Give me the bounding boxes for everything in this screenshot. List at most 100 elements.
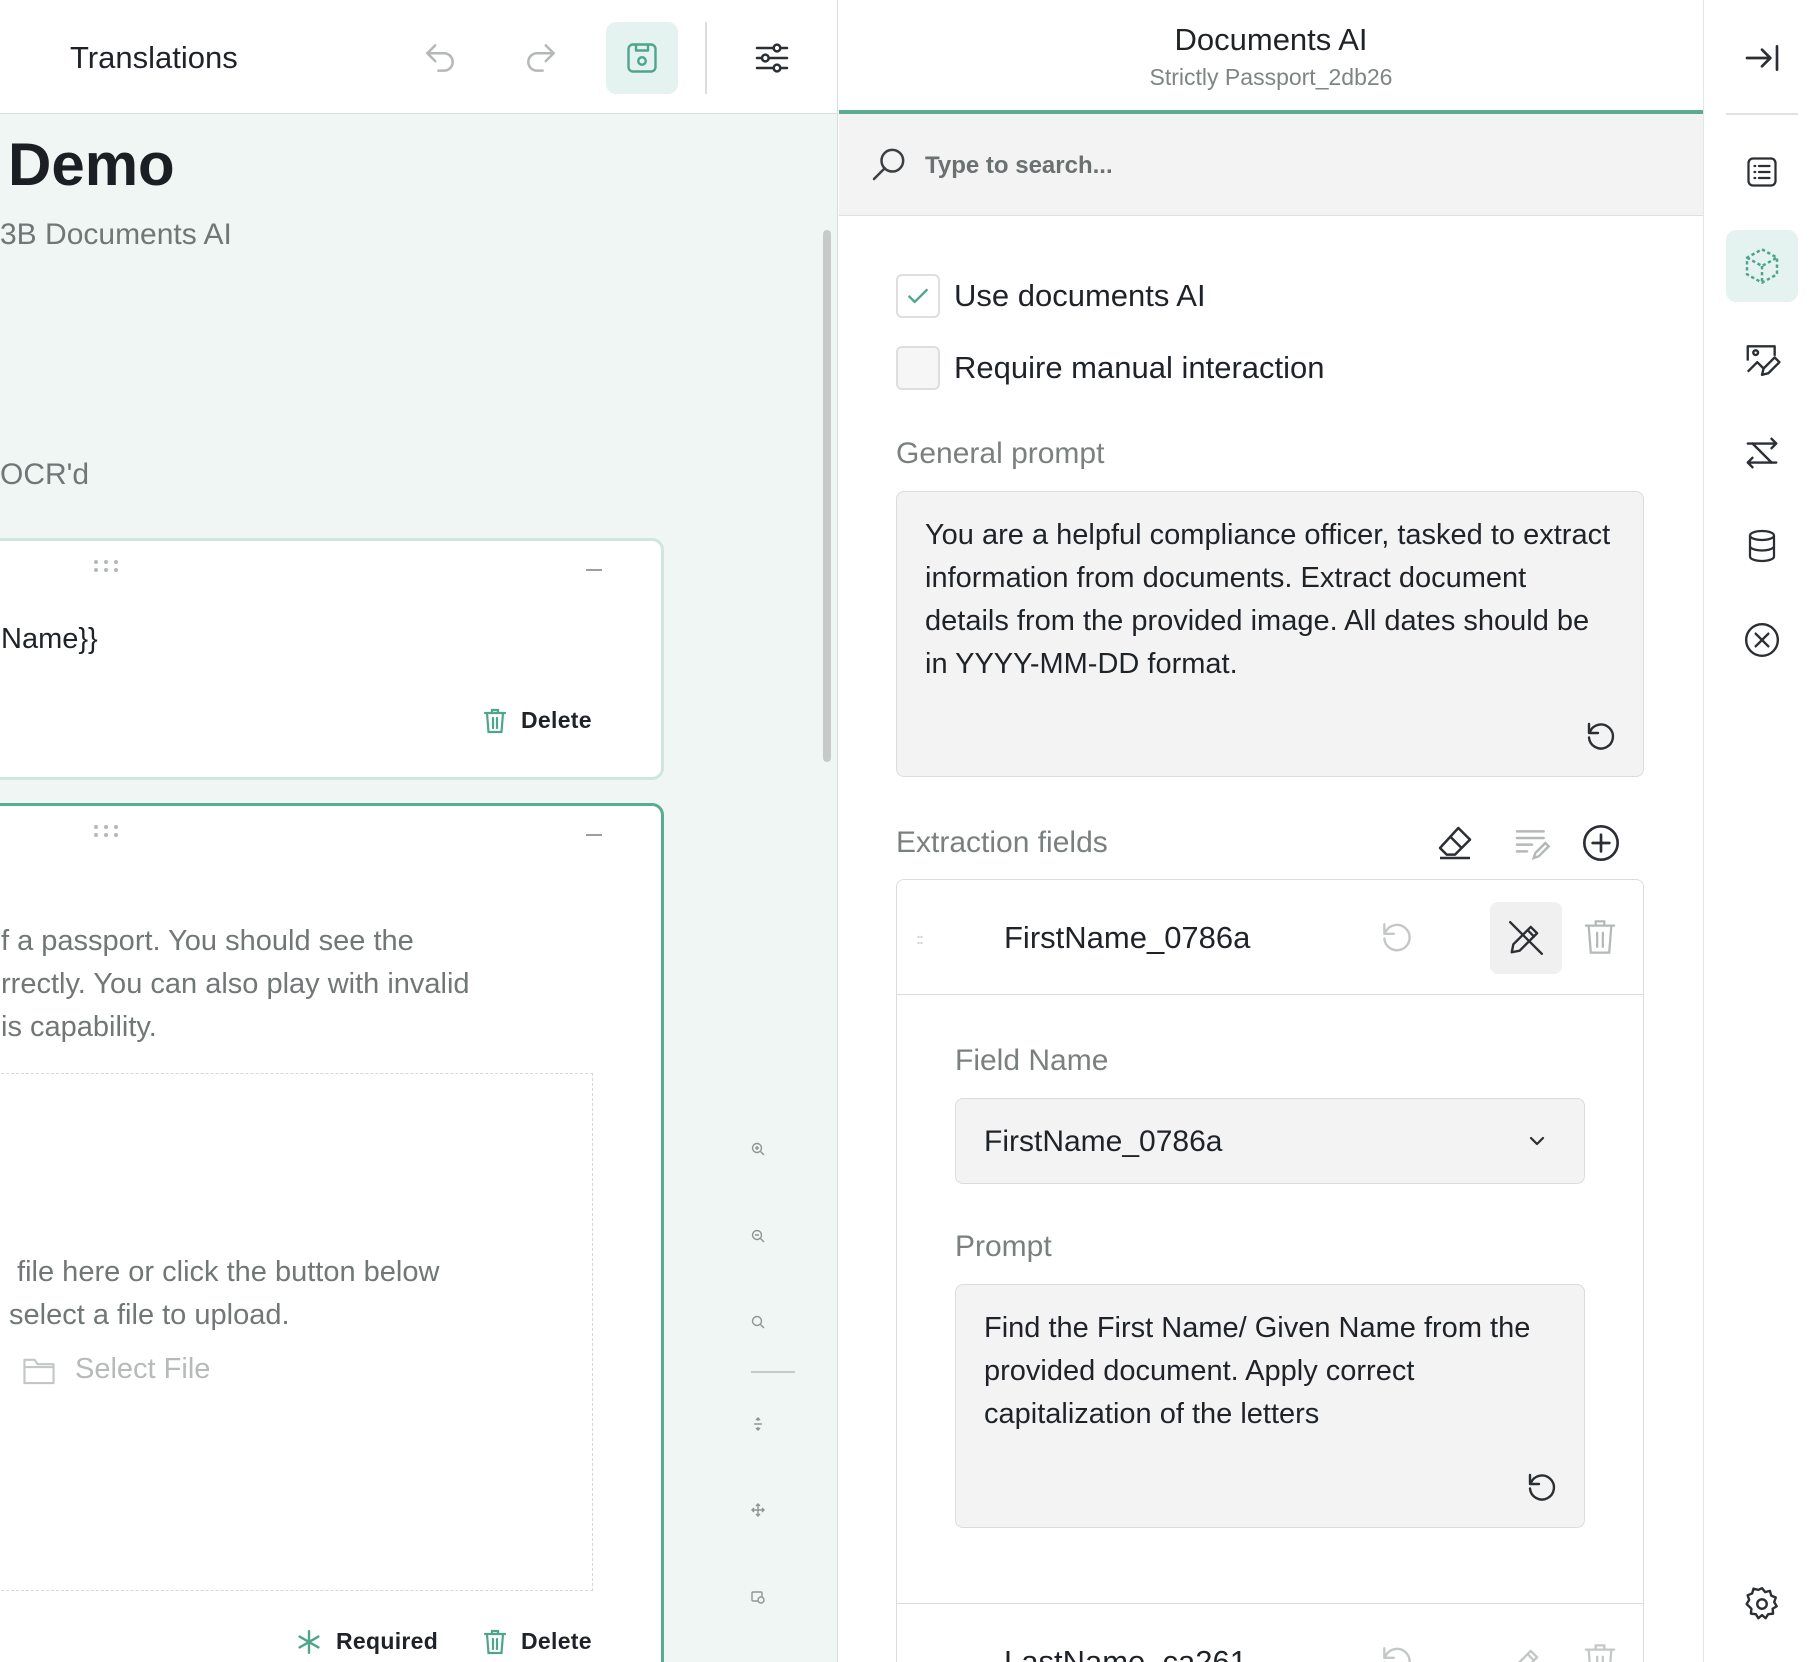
folder-icon [23,1358,55,1384]
require-manual-label[interactable]: Require manual interaction [954,350,1325,386]
edit-icon [1517,1649,1539,1662]
description-line: f a passport. You should see the [1,925,414,957]
general-prompt-textarea[interactable]: You are a helpful compliance officer, ta… [896,491,1644,777]
chevron-down-icon [1529,1136,1545,1146]
database-icon [1748,529,1776,563]
filters-icon [755,43,789,73]
redo-icon [527,44,555,72]
bulk-edit-icon[interactable] [1512,823,1552,863]
list-icon [1747,157,1777,187]
reset-icon[interactable] [1583,718,1619,754]
panel-title: Documents AI [1174,22,1368,57]
fit-page-icon[interactable] [750,1502,766,1518]
screenshot-icon[interactable] [750,1589,766,1605]
drag-handle-icon[interactable] [93,559,119,573]
save-button[interactable] [606,22,678,94]
undo-button[interactable] [404,22,476,94]
undo-icon [426,44,454,72]
undo-icon[interactable] [1378,1642,1416,1662]
extraction-fields-label: Extraction fields [896,826,1108,859]
select-file-label: Select File [75,1353,211,1385]
dropzone-line: file here or click the button below [9,1256,440,1288]
save-icon [627,43,657,73]
trash-icon[interactable] [1583,1642,1617,1662]
field-name-title: LastName_ca261 [1004,1644,1247,1662]
form-card[interactable]: Name}} Delete [0,538,664,780]
document-subtitle: 3B Documents AI [0,218,232,251]
required-toggle[interactable]: Required [296,1628,438,1655]
filters-button[interactable] [736,22,808,94]
extraction-fields-list: FirstName_0786a Field Name FirstName_078… [896,879,1644,1662]
delete-button[interactable]: Delete [483,1628,592,1655]
extraction-field-header[interactable]: FirstName_0786a [897,880,1643,995]
use-documents-ai-label[interactable]: Use documents AI [954,278,1206,314]
edit-toggle-button[interactable] [1490,902,1562,974]
check-icon [908,288,928,304]
zoom-divider [751,1371,795,1373]
rail-flow-button[interactable] [1726,417,1798,489]
toolbar-divider [705,22,707,94]
collapse-icon[interactable] [586,569,602,571]
trash-icon [483,708,507,733]
eraser-icon[interactable] [1435,823,1475,863]
delete-button[interactable]: Delete [483,707,592,734]
use-documents-ai-option[interactable]: Use documents AI [896,274,1206,318]
drag-handle-icon[interactable] [917,935,923,945]
right-rail [1703,0,1818,1662]
collapse-panel-icon [1745,45,1779,71]
require-manual-checkbox[interactable] [896,346,940,390]
documents-ai-panel: Documents AI Strictly Passport_2db26 Use… [839,0,1703,1662]
rail-database-button[interactable] [1726,510,1798,582]
field-prompt-textarea[interactable]: Find the First Name/ Given Name from the… [955,1284,1585,1528]
search-icon [872,148,905,181]
rail-documents-ai-button[interactable] [1726,230,1798,302]
collapse-icon[interactable] [586,834,602,836]
zoom-reset-icon[interactable] [750,1314,766,1330]
form-card-active[interactable]: f a passport. You should see the rrectly… [0,803,664,1662]
general-prompt-label: General prompt [896,437,1105,470]
cube-icon [1745,248,1779,284]
description-line: rrectly. You can also play with invalid [1,968,470,1000]
field-prompt-text: Find the First Name/ Given Name from the… [984,1312,1531,1430]
collapse-panel-button[interactable] [1726,22,1798,94]
search-input[interactable] [925,146,1625,186]
delete-label: Delete [521,707,592,733]
delete-label: Delete [521,1628,592,1654]
editor-canvas: Translations Demo 3B Documents AI OCR'd … [0,0,838,1662]
canvas-scrollbar[interactable] [823,230,831,762]
undo-icon[interactable] [1378,918,1416,956]
rail-list-button[interactable] [1726,136,1798,208]
drag-handle-icon[interactable] [93,824,119,838]
zoom-out-icon[interactable] [750,1228,766,1244]
fit-height-icon[interactable] [750,1416,766,1432]
zoom-in-icon[interactable] [750,1141,766,1157]
card-text: Name}} [1,623,98,655]
rail-divider [1726,113,1798,115]
select-file-button[interactable]: Select File [21,1353,210,1386]
asterisk-icon [298,1629,320,1654]
rail-close-button[interactable] [1726,604,1798,676]
add-circle-icon[interactable] [1581,823,1621,863]
use-documents-ai-checkbox[interactable] [896,274,940,318]
general-prompt-text: You are a helpful compliance officer, ta… [925,519,1611,680]
toolbar-title[interactable]: Translations [70,40,238,76]
panel-subtitle: Strictly Passport_2db26 [1149,64,1393,90]
edit-button[interactable] [1490,1626,1562,1662]
redo-button[interactable] [505,22,577,94]
rail-image-button[interactable] [1726,323,1798,395]
dropzone-text: file here or click the button below sele… [9,1251,509,1337]
panel-header: Documents AI Strictly Passport_2db26 [839,0,1703,114]
field-name-select[interactable]: FirstName_0786a [955,1098,1585,1184]
dropzone-line: select a file to upload. [9,1299,290,1331]
rail-settings-button[interactable] [1726,1568,1798,1640]
description-line: is capability. [1,1011,157,1043]
required-label: Required [336,1628,439,1654]
require-manual-option[interactable]: Require manual interaction [896,346,1325,390]
trash-icon[interactable] [1583,918,1617,956]
extraction-field-header[interactable]: LastName_ca261 [897,1603,1643,1662]
prompt-label: Prompt [955,1230,1052,1263]
reset-icon[interactable] [1524,1469,1560,1505]
settings-icon [1745,1586,1778,1620]
card-description: f a passport. You should see the rrectly… [1,920,541,1049]
ocr-label: OCR'd [0,458,90,491]
